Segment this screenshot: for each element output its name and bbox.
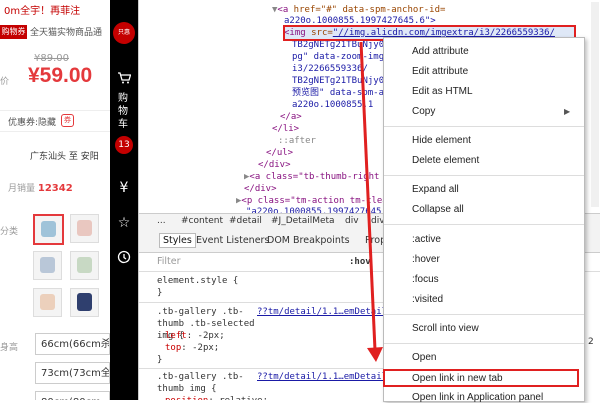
swatch-3[interactable] [33,251,62,280]
dom-close-li[interactable]: </li> [272,123,299,135]
dom-line-9[interactable]: a220o.1000855.1 [292,99,373,111]
swatch-1[interactable] [33,214,64,245]
promo-text: 全天猫实物商品通 [30,28,103,38]
element-style-close: } [157,288,163,298]
menu-open-link-application-panel[interactable]: Open link in Application panel [412,392,543,403]
rule1-close: } [157,355,163,365]
sales-value: 12342 [37,183,73,194]
crumb-content[interactable]: #content [181,216,223,226]
cart-count-badge: 13 [115,136,133,154]
dom-line-8[interactable]: 预览图" data-spm-a [292,87,384,99]
menu-scroll-into-view[interactable]: Scroll into view [412,323,479,334]
menu-edit-as-html[interactable]: Edit as HTML [412,86,473,97]
history-icon[interactable] [116,250,132,268]
crumb-detailmeta[interactable]: #J_DetailMeta [271,216,335,226]
dom-thumb-right[interactable]: ▶<a class="tb-thumb-right [244,171,379,183]
menu-force-active[interactable]: :active [412,234,441,245]
size-option-66[interactable]: 66cm(66cm杀 [35,333,110,355]
coupon-row[interactable]: 优惠券:隐藏 券 [0,110,110,132]
dom-close-div[interactable]: </div> [258,159,291,171]
side-number: 2 [588,337,594,347]
filter-input[interactable]: Filter [157,256,181,267]
tab-event-listeners[interactable]: Event Listeners [196,235,269,246]
dom-line-7[interactable]: TB2gNETg21TBuNjy0 [292,75,384,87]
hov-toggle[interactable]: :hov [349,256,371,268]
swatch-2[interactable] [70,214,99,243]
submenu-arrow-icon: ▶ [564,107,571,116]
promo-badge: 购物券 [0,25,27,39]
dom-line-6[interactable]: i3/2266559336/ [292,63,368,75]
rule2-source-link[interactable]: ??tm/detail/1.1…emDetail [257,371,387,383]
swatch-5[interactable] [33,288,62,317]
menu-force-focus[interactable]: :focus [412,274,439,285]
star-icon[interactable]: ☆ [116,215,132,231]
menu-open[interactable]: Open [412,352,436,363]
size-label: 身高 [0,343,19,353]
price-label: 价 [0,77,10,87]
coupon-icon: 券 [61,114,74,127]
dom-line-5[interactable]: pg" data-zoom-img [292,51,384,63]
crumb-ellipsis[interactable]: ... [157,216,166,226]
rule2-selector[interactable]: .tb-gallery .tb-thumb img { [157,371,249,395]
highlight-box-open-link [383,369,579,387]
promo-row: 购物券 全天猫实物商品通 [0,23,110,41]
dom-after[interactable]: ::after [278,135,316,147]
rule1-prop-left[interactable]: left: -2px; [165,330,225,342]
menu-add-attribute[interactable]: Add attribute [412,46,469,57]
monthly-sales: 月销量 12342 [8,181,73,194]
original-price: ¥89.00 [34,53,69,64]
elements-scrollbar[interactable] [591,2,599,207]
yen-icon[interactable]: ¥ [116,180,132,196]
shop-logo[interactable]: 只惠 [113,22,135,44]
size-option-80[interactable]: 80cm(80cm [35,391,110,400]
element-style-rule[interactable]: element.style { [157,275,238,287]
tab-styles[interactable]: Styles [159,233,196,248]
menu-collapse-all[interactable]: Collapse all [412,204,464,215]
dom-close-ul[interactable]: </ul> [266,147,293,159]
menu-delete-element[interactable]: Delete element [412,155,479,166]
rule1-source-link[interactable]: ??tm/detail/1.1…emDetail [257,306,387,318]
context-menu: Add attribute Edit attribute Edit as HTM… [383,37,585,403]
side-toolbar: 只惠 购物车 13 ¥ ☆ [110,0,138,400]
size-option-73[interactable]: 73cm(73cm全 [35,362,110,384]
menu-edit-attribute[interactable]: Edit attribute [412,66,468,77]
crumb-detail[interactable]: #detail [229,216,262,226]
crumb-div-1[interactable]: div [345,216,359,226]
product-panel: 0m全宇！再菲注 购物券 全天猫实物商品通 ¥89.00 价 ¥59.00 优惠… [0,0,110,400]
shipping-info: 广东汕头 至 安阳 [30,152,99,162]
swatch-6[interactable] [70,288,99,317]
menu-expand-all[interactable]: Expand all [412,184,459,195]
current-price: ¥59.00 [28,64,93,87]
dom-close-div2[interactable]: </div> [244,183,277,195]
coupon-text: 优惠券:隐藏 [8,118,57,128]
dom-close-a[interactable]: </a> [280,111,302,123]
cart-icon[interactable] [118,72,132,87]
menu-force-hover[interactable]: :hover [412,254,440,265]
rule2-prop-position[interactable]: position: relative; [165,395,268,400]
menu-hide-element[interactable]: Hide element [412,135,471,146]
rule1-prop-top[interactable]: top: -2px; [165,342,219,354]
menu-force-visited[interactable]: :visited [412,294,443,305]
category-label: 分类 [0,227,19,237]
swatch-4[interactable] [70,251,99,280]
tab-dom-breakpoints[interactable]: DOM Breakpoints [267,235,350,246]
menu-copy[interactable]: Copy [412,106,435,117]
title-fragment: 0m全宇！再菲注 [4,6,81,17]
cart-label[interactable]: 购物车 [118,92,130,131]
sales-label: 月销量 [8,184,36,194]
